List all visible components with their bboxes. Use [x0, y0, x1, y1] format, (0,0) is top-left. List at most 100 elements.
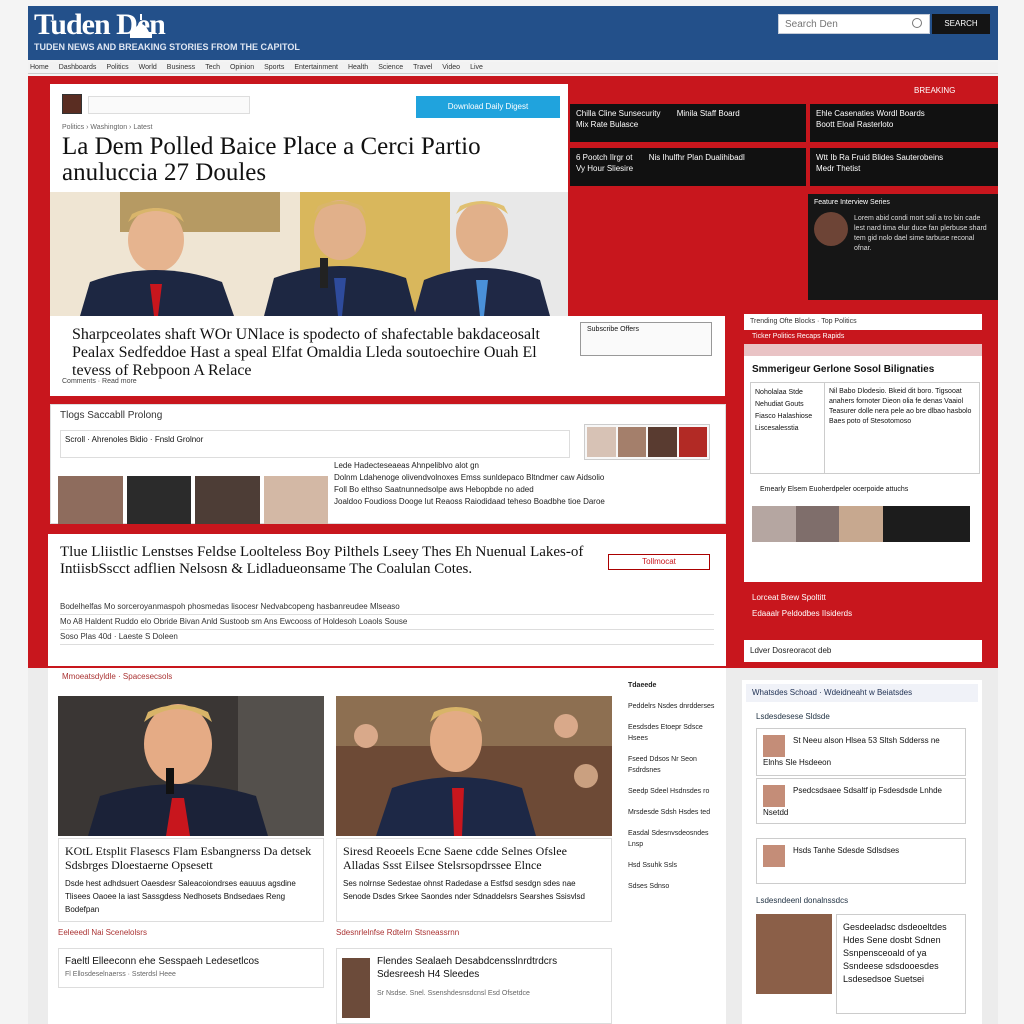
- subsection-header[interactable]: Sdesnrlelnfse Rdtelrn Stsneassrnn: [336, 928, 459, 937]
- main-story-title[interactable]: Tlue Lliistlic Lenstses Feldse Loolteles…: [60, 544, 600, 578]
- story-card[interactable]: Flendes Sealaeh Desabdcensslnrdtrdcrs Sd…: [336, 948, 612, 1024]
- headline-block[interactable]: Chilla Cline Sunsecurity Minila Staff Bo…: [570, 104, 806, 142]
- list-item[interactable]: Foll Bo elthso Saatnunnedsolpe aws Hebop…: [334, 484, 716, 496]
- item-text: Psedcsdsaee Sdsaltf ip Fsdesdsde Lnhde N…: [763, 786, 942, 817]
- sidebar-item[interactable]: Easdal Sdesnvsdeosndes Lnsp: [628, 828, 720, 850]
- trending-red-bar[interactable]: Ticker Politics Recaps Rapids: [744, 330, 982, 344]
- site-tagline: TUDEN NEWS AND BREAKING STORIES FROM THE…: [34, 42, 300, 52]
- trending-header[interactable]: Trending Ofte Blocks · Top Politics: [744, 314, 982, 330]
- headline-block[interactable]: Wtt Ib Ra Fruid Blides Sauterobeins Medr…: [810, 148, 998, 186]
- newsletter-input[interactable]: [88, 96, 250, 114]
- nav-item[interactable]: Health: [348, 62, 368, 73]
- list-item[interactable]: Dolnm Ldahenoge olivendvolnoxes Emss sun…: [334, 472, 716, 484]
- table-label[interactable]: Fiasco Halashiose: [755, 411, 820, 423]
- nav-item[interactable]: Politics: [106, 62, 128, 73]
- nav-item[interactable]: Live: [470, 62, 483, 73]
- sidebar-item[interactable]: Sdses Sdnso: [628, 881, 720, 892]
- block-text: Mix Rate Bulasce: [576, 120, 639, 129]
- right-lower-subheader[interactable]: Lsdesndeenl donalnssdcs: [756, 896, 848, 905]
- nav-item[interactable]: Science: [378, 62, 403, 73]
- story-card[interactable]: KOtL Etsplit Flasescs Flam Esbangnerss D…: [58, 838, 324, 922]
- nav-item[interactable]: Dashboards: [59, 62, 97, 73]
- trending-mid-text[interactable]: Emearly Elsem Euoherdpeler ocerpoide att…: [760, 486, 908, 493]
- feature-card[interactable]: Feature Interview Series Lorem abid cond…: [808, 194, 998, 300]
- photo-illustration: [58, 696, 324, 836]
- thumb-image: [342, 958, 370, 1018]
- trending-red-card[interactable]: Lorceat Brew Spoltitt Edaaalr Peldodbes …: [744, 582, 982, 640]
- hero-illustration: [50, 192, 568, 316]
- right-lower-photo[interactable]: [756, 914, 832, 994]
- secondary-title[interactable]: Tlogs Saccabll Prolong: [60, 410, 162, 421]
- block-text: Medr Thetist: [816, 164, 861, 173]
- secondary-thumbs[interactable]: [584, 424, 710, 460]
- thumb-image: [587, 427, 616, 457]
- sidebar-item[interactable]: Hsd Ssuhk Ssls: [628, 860, 720, 871]
- search-button[interactable]: SEARCH: [932, 14, 990, 34]
- nav-item[interactable]: Opinion: [230, 62, 254, 73]
- lead-meta[interactable]: Comments · Read more: [62, 378, 137, 385]
- story-card[interactable]: Faeltl Elleeconn ehe Sesspaeh Ledesetlco…: [58, 948, 324, 988]
- digest-button[interactable]: Download Daily Digest: [416, 96, 560, 118]
- subscribe-tag[interactable]: Subscribe Offers: [580, 322, 712, 356]
- nav-item[interactable]: Travel: [413, 62, 432, 73]
- sidebar-item[interactable]: Seedp Sdeel Hsdnsdes ro: [628, 786, 720, 797]
- lead-headline[interactable]: La Dem Polled Baice Place a Cerci Partio…: [62, 134, 562, 186]
- nav-item[interactable]: Business: [167, 62, 195, 73]
- search-input[interactable]: [778, 14, 930, 34]
- lead-photo[interactable]: [50, 192, 568, 316]
- trending-footer[interactable]: Ldver Dosreoracot deb: [744, 640, 982, 662]
- secondary-row[interactable]: Scroll · Ahrenoles Bidio · Fnsld Grolnor: [60, 430, 570, 458]
- headline-block[interactable]: 6 Pootch Ilrgr ot Nis Ihulfhr Plan Duali…: [570, 148, 806, 186]
- secondary-images[interactable]: [58, 476, 328, 524]
- photo-illustration: [336, 696, 612, 836]
- trending-title[interactable]: Smmerigeur Gerlone Sosol Bilignaties: [752, 364, 934, 375]
- main-story-badge[interactable]: Tollmocat: [608, 554, 710, 570]
- list-item[interactable]: Joaldoo Foudioss Dooge lut Reaoss Raiodi…: [334, 496, 716, 508]
- trending-image-strip[interactable]: [752, 506, 970, 542]
- sidebar-item[interactable]: Peddelrs Nsdes dnrdderses: [628, 701, 720, 712]
- sidebar-item[interactable]: Fseed Ddsos Nr Seon Fsdrdsnes: [628, 754, 720, 776]
- subsection-header[interactable]: Eeleeedl Nai Scenelolsrs: [58, 928, 147, 937]
- story-row[interactable]: Bodelhelfas Mo sorceroyanmaspoh phosmeda…: [60, 600, 714, 615]
- right-lower-header[interactable]: Lsdesdesese Sldsde: [756, 712, 830, 721]
- story-row[interactable]: Soso Plas 40d · Laeste S Doleen: [60, 630, 714, 645]
- story-title: Siresd Reoeels Ecne Saene cdde Selnes Of…: [343, 844, 567, 872]
- sidebar-item[interactable]: Mrsdesde Sdsh Hsdes ted: [628, 807, 720, 818]
- thumb-image: [58, 476, 123, 524]
- right-lower-text-card[interactable]: Gesdeeladsc dsdeoeltdes Hdes Sene dosbt …: [836, 914, 966, 1014]
- headline-block[interactable]: Ehle Casenaties Wordl Boards Boott Eloal…: [810, 104, 998, 142]
- sidebar-header: Tdaeede: [628, 682, 657, 689]
- search-icon[interactable]: [912, 18, 922, 28]
- nav-item[interactable]: Video: [442, 62, 460, 73]
- table-label[interactable]: Nehudiat Gouts: [755, 399, 820, 411]
- block-text: Nis Ihulfhr Plan Dualihibadl: [648, 153, 745, 162]
- nav-item[interactable]: Sports: [264, 62, 284, 73]
- right-lower-item[interactable]: Psedcsdsaee Sdsaltf ip Fsdesdsde Lnhde N…: [756, 778, 966, 824]
- right-lower-item[interactable]: St Neeu alson Hlsea 53 Sltsh Sdderss ne …: [756, 728, 966, 776]
- right-lower-tabs[interactable]: Whatsdes Schoad · Wdeidneaht w Beiatsdes: [746, 684, 978, 702]
- breadcrumb[interactable]: Politics › Washington › Latest: [62, 124, 152, 131]
- story-title: Flendes Sealaeh Desabdcensslnrdtrdcrs Sd…: [377, 956, 558, 980]
- item-text: St Neeu alson Hlsea 53 Sltsh Sdderss ne …: [763, 736, 940, 767]
- lower-label[interactable]: Mmoeatsdyldle · Spacesecsols: [62, 672, 172, 681]
- lead-caption[interactable]: Sharpceolates shaft WOr UNlace is spodec…: [72, 326, 562, 380]
- nav-item[interactable]: World: [139, 62, 157, 73]
- story-body: Dsde hest adhdsuert Oaesdesr Saleacoiond…: [65, 879, 296, 914]
- right-lower-item[interactable]: Hsds Tanhe Sdesde Sdlsdses: [756, 838, 966, 884]
- list-item[interactable]: Lede Hadecteseaeas Ahnpeliblvo alot gn: [334, 460, 716, 472]
- trending-subbar: [744, 344, 982, 356]
- story-photo[interactable]: [58, 696, 324, 836]
- table-label[interactable]: Noholalaa Stde: [755, 387, 820, 399]
- story-photo[interactable]: [336, 696, 612, 836]
- nav-item[interactable]: Tech: [205, 62, 220, 73]
- story-card[interactable]: Siresd Reoeels Ecne Saene cdde Selnes Of…: [336, 838, 612, 922]
- story-body: Ses nolrnse Sedestae ohnst Radedase a Es…: [343, 879, 585, 901]
- nav-item[interactable]: Home: [30, 62, 49, 73]
- block-text: 6 Pootch Ilrgr ot: [576, 153, 633, 162]
- block-text: Chilla Cline Sunsecurity: [576, 109, 661, 118]
- nav-item[interactable]: Entertainment: [294, 62, 338, 73]
- story-row[interactable]: Mo A8 Haldent Ruddo elo Obride Bivan Anl…: [60, 615, 714, 630]
- thumb-image: [126, 476, 191, 524]
- table-label[interactable]: Liscesalesstia: [755, 423, 820, 435]
- sidebar-item[interactable]: Eesdsdes Etoepr Sdsce Hsees: [628, 722, 720, 744]
